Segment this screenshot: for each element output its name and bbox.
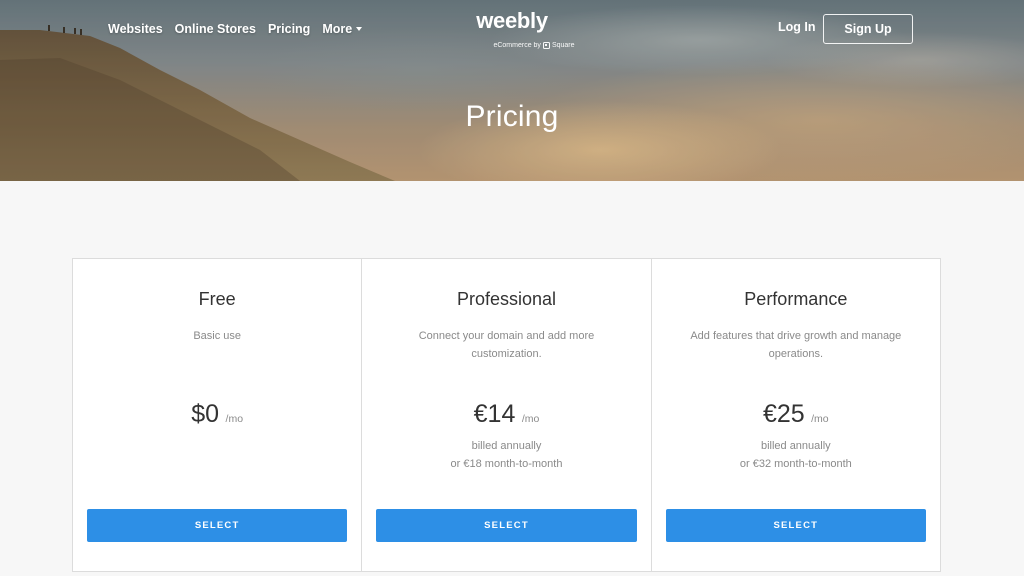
logo-tagline: eCommerce by Square bbox=[493, 41, 575, 50]
billing-monthly-note: or €18 month-to-month bbox=[450, 458, 563, 470]
plan-name: Free bbox=[198, 289, 236, 309]
plan-name: Performance bbox=[744, 289, 848, 309]
plan-price: $0 bbox=[191, 400, 220, 428]
plan-card-professional: Professional Connect your domain and add… bbox=[362, 259, 652, 571]
plan-card-free: Free Basic use $0 /mo SELECT bbox=[73, 259, 363, 571]
plan-price: €14 bbox=[473, 400, 516, 428]
pricing-table: Free Basic use $0 /mo SELECT Professiona… bbox=[72, 258, 941, 572]
select-performance-button[interactable]: SELECT bbox=[665, 509, 926, 542]
logo-tagline-brand: Square bbox=[551, 42, 575, 49]
square-brand-icon bbox=[542, 42, 550, 49]
plan-price-row: $0 /mo bbox=[73, 400, 361, 429]
plan-price-period: /mo bbox=[811, 413, 829, 425]
billing-annual-note: billed annually bbox=[760, 440, 831, 452]
page-title: Pricing bbox=[465, 100, 559, 133]
plan-price: €25 bbox=[762, 400, 805, 428]
plan-billing-info: billed annually or €18 month-to-month bbox=[362, 437, 650, 473]
plan-price-period: /mo bbox=[521, 413, 540, 425]
billing-monthly-note: or €32 month-to-month bbox=[739, 458, 852, 470]
signup-button[interactable]: Sign Up bbox=[823, 14, 913, 44]
billing-annual-note: billed annually bbox=[471, 440, 542, 452]
select-professional-button[interactable]: SELECT bbox=[376, 509, 637, 542]
logo-tagline-prefix: eCommerce by bbox=[493, 42, 541, 49]
plan-card-performance: Performance Add features that drive grow… bbox=[652, 259, 940, 571]
plan-description: Connect your domain and add more customi… bbox=[418, 330, 595, 360]
plan-description: Add features that drive growth and manag… bbox=[690, 330, 902, 360]
login-link[interactable]: Log In bbox=[778, 20, 816, 34]
plan-name: Professional bbox=[456, 289, 557, 309]
plan-price-row: €25 /mo bbox=[652, 400, 940, 429]
plan-price-row: €14 /mo bbox=[362, 400, 650, 429]
select-free-button[interactable]: SELECT bbox=[87, 509, 348, 542]
plan-description: Basic use bbox=[193, 330, 242, 342]
plan-price-period: /mo bbox=[225, 413, 244, 425]
plan-billing-info: billed annually or €32 month-to-month bbox=[652, 437, 940, 473]
